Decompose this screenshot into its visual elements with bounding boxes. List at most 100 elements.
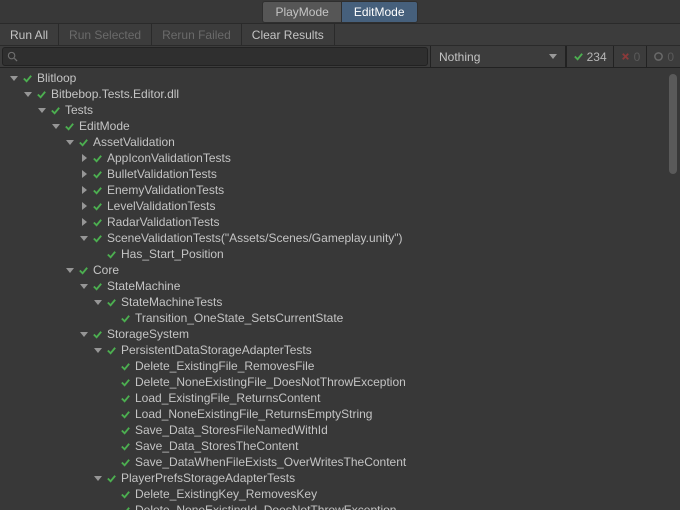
tree-row[interactable]: Core (0, 262, 680, 278)
pass-icon (118, 393, 132, 404)
tree-row-label: Delete_ExistingFile_RemovesFile (134, 359, 314, 373)
chevron-down-icon (80, 236, 88, 241)
tree-row[interactable]: Save_Data_StoresFileNamedWithId (0, 422, 680, 438)
tree-row-label: AppIconValidationTests (106, 151, 231, 165)
foldout-toggle[interactable] (92, 348, 104, 353)
tree-row[interactable]: Tests (0, 102, 680, 118)
foldout-toggle[interactable] (64, 268, 76, 273)
foldout-toggle[interactable] (78, 202, 90, 210)
tree-row[interactable]: StateMachine (0, 278, 680, 294)
foldout-toggle[interactable] (78, 236, 90, 241)
tree-row-label: Tests (64, 103, 93, 117)
tree-row-label: StorageSystem (106, 327, 189, 341)
rerun-failed-button[interactable]: Rerun Failed (152, 24, 242, 45)
ignored-counter[interactable]: 0 (646, 46, 680, 67)
chevron-down-icon (52, 124, 60, 129)
chevron-down-icon (94, 348, 102, 353)
tree-row[interactable]: Delete_ExistingFile_RemovesFile (0, 358, 680, 374)
pass-icon (90, 185, 104, 196)
tree-row[interactable]: SceneValidationTests("Assets/Scenes/Game… (0, 230, 680, 246)
cross-icon (620, 51, 631, 62)
tree-row-label: StateMachineTests (120, 295, 222, 309)
chevron-down-icon (10, 76, 18, 81)
chevron-down-icon (38, 108, 46, 113)
clear-results-button[interactable]: Clear Results (242, 24, 335, 45)
tree-row[interactable]: Save_Data_StoresTheContent (0, 438, 680, 454)
pass-icon (90, 217, 104, 228)
tree-row[interactable]: EditMode (0, 118, 680, 134)
foldout-toggle[interactable] (78, 170, 90, 178)
vertical-scrollbar[interactable] (668, 68, 678, 508)
run-selected-button[interactable]: Run Selected (59, 24, 152, 45)
tree-row[interactable]: Has_Start_Position (0, 246, 680, 262)
pass-icon (20, 73, 34, 84)
foldout-toggle[interactable] (78, 154, 90, 162)
category-dropdown-label: Nothing (439, 50, 480, 64)
pass-icon (104, 297, 118, 308)
pass-counter[interactable]: 234 (566, 46, 613, 67)
tree-row-label: Bitbebop.Tests.Editor.dll (50, 87, 179, 101)
pass-icon (76, 137, 90, 148)
mode-tabs: PlayMode EditMode (0, 0, 680, 24)
chevron-right-icon (82, 154, 87, 162)
pass-count: 234 (587, 50, 607, 64)
tree-row[interactable]: StateMachineTests (0, 294, 680, 310)
test-tree[interactable]: BlitloopBitbebop.Tests.Editor.dll TestsEd… (0, 68, 680, 510)
chevron-down-icon (94, 476, 102, 481)
fail-counter[interactable]: 0 (613, 46, 647, 67)
tree-row[interactable]: Transition_OneState_SetsCurrentState (0, 310, 680, 326)
foldout-toggle[interactable] (78, 218, 90, 226)
tree-row[interactable]: Load_ExistingFile_ReturnsContent (0, 390, 680, 406)
tab-editmode[interactable]: EditMode (341, 1, 418, 23)
tree-row[interactable]: StorageSystem (0, 326, 680, 342)
tree-row[interactable]: RadarValidationTests (0, 214, 680, 230)
tree-row[interactable]: BulletValidationTests (0, 166, 680, 182)
foldout-toggle[interactable] (78, 284, 90, 289)
foldout-toggle[interactable] (92, 476, 104, 481)
fail-count: 0 (634, 50, 641, 64)
pass-icon (90, 201, 104, 212)
foldout-toggle[interactable] (8, 76, 20, 81)
pass-icon (62, 121, 76, 132)
search-input[interactable] (22, 51, 423, 63)
chevron-down-icon (80, 332, 88, 337)
chevron-right-icon (82, 186, 87, 194)
foldout-toggle[interactable] (92, 300, 104, 305)
tree-row[interactable]: Save_DataWhenFileExists_OverWritesTheCon… (0, 454, 680, 470)
pass-icon (90, 233, 104, 244)
tree-row[interactable]: AssetValidation (0, 134, 680, 150)
tree-row[interactable]: Load_NoneExistingFile_ReturnsEmptyString (0, 406, 680, 422)
tree-row-label: LevelValidationTests (106, 199, 216, 213)
scrollbar-thumb[interactable] (669, 74, 677, 174)
tree-row[interactable]: Delete_ExistingKey_RemovesKey (0, 486, 680, 502)
pass-icon (118, 377, 132, 388)
tree-row[interactable]: PlayerPrefsStorageAdapterTests (0, 470, 680, 486)
pass-icon (118, 489, 132, 500)
tree-row[interactable]: LevelValidationTests (0, 198, 680, 214)
tree-row[interactable]: EnemyValidationTests (0, 182, 680, 198)
tree-row-label: Save_DataWhenFileExists_OverWritesTheCon… (134, 455, 406, 469)
foldout-toggle[interactable] (36, 108, 48, 113)
tree-row-label: RadarValidationTests (106, 215, 220, 229)
chevron-right-icon (82, 170, 87, 178)
tree-row[interactable]: PersistentDataStorageAdapterTests (0, 342, 680, 358)
tree-row[interactable]: Delete_NoneExistingFile_DoesNotThrowExce… (0, 374, 680, 390)
tree-row[interactable]: AppIconValidationTests (0, 150, 680, 166)
run-all-button[interactable]: Run All (0, 24, 59, 45)
pass-icon (118, 441, 132, 452)
foldout-toggle[interactable] (50, 124, 62, 129)
category-dropdown[interactable]: Nothing (430, 46, 566, 67)
tree-row[interactable]: Delete_NoneExistingId_DoesNotThrowExcept… (0, 502, 680, 510)
result-counters: 234 0 0 (566, 46, 680, 67)
tree-row-label: Save_Data_StoresFileNamedWithId (134, 423, 328, 437)
foldout-toggle[interactable] (22, 92, 34, 97)
foldout-toggle[interactable] (78, 186, 90, 194)
tree-row-label: Delete_NoneExistingFile_DoesNotThrowExce… (134, 375, 406, 389)
foldout-toggle[interactable] (78, 332, 90, 337)
tree-row[interactable]: Bitbebop.Tests.Editor.dll (0, 86, 680, 102)
tree-row[interactable]: Blitloop (0, 70, 680, 86)
tab-playmode[interactable]: PlayMode (262, 1, 340, 23)
foldout-toggle[interactable] (64, 140, 76, 145)
chevron-down-icon (549, 54, 557, 59)
tree-row-label: Core (92, 263, 119, 277)
